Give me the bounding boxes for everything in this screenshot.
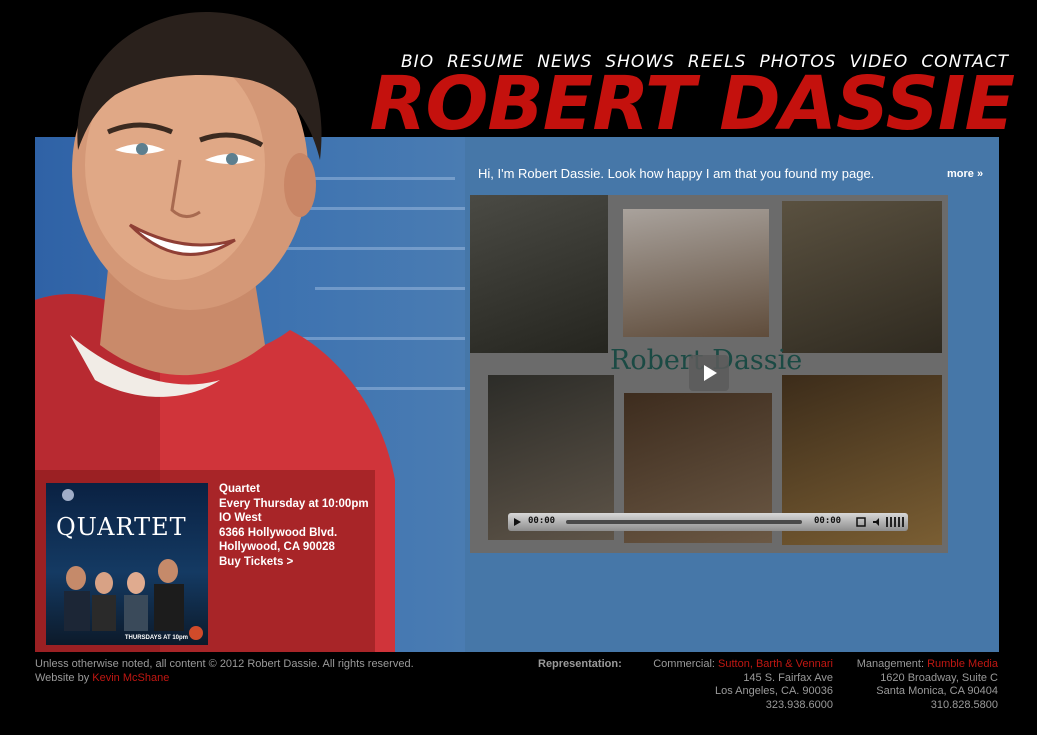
current-time: 00:00 bbox=[528, 516, 556, 526]
website-by-link[interactable]: Kevin McShane bbox=[92, 672, 169, 684]
video-still bbox=[470, 195, 608, 353]
commercial-representation: Commercial: Sutton, Barth & Vennari 145 … bbox=[633, 658, 833, 712]
play-small-icon[interactable] bbox=[513, 517, 522, 527]
progress-track[interactable] bbox=[566, 520, 802, 524]
website-by-label: Website by bbox=[35, 671, 90, 684]
show-venue: IO West bbox=[219, 512, 262, 524]
video-controls[interactable]: 00:00 00:00 bbox=[508, 513, 908, 531]
footer-credits: Unless otherwise noted, all content © 20… bbox=[35, 658, 414, 685]
commercial-address-line2: Los Angeles, CA. 90036 bbox=[714, 685, 833, 697]
management-representation: Management: Rumble Media 1620 Broadway, … bbox=[838, 658, 998, 712]
commercial-agency-link[interactable]: Sutton, Barth & Vennari bbox=[718, 658, 833, 670]
duration: 00:00 bbox=[814, 516, 842, 526]
commercial-label: Commercial: bbox=[653, 658, 715, 670]
show-address-line2: Hollywood, CA 90028 bbox=[219, 541, 335, 553]
management-agency-link[interactable]: Rumble Media bbox=[927, 658, 998, 670]
show-schedule: Every Thursday at 10:00pm bbox=[219, 497, 369, 510]
fullscreen-icon[interactable] bbox=[856, 517, 866, 527]
show-poster[interactable]: QUARTET THURSDAYS AT 10pm bbox=[46, 483, 208, 645]
show-address-line1: 6366 Hollywood Blvd. bbox=[219, 526, 338, 539]
buy-tickets-link[interactable]: Buy Tickets > bbox=[219, 555, 369, 570]
intro-text: Hi, I'm Robert Dassie. Look how happy I … bbox=[478, 166, 875, 181]
poster-footer: THURSDAYS AT 10pm bbox=[124, 635, 188, 641]
video-still bbox=[623, 209, 769, 337]
representation-label: Representation: bbox=[538, 658, 622, 670]
video-still bbox=[782, 201, 942, 353]
commercial-address-line1: 145 S. Fairfax Ave bbox=[743, 671, 833, 684]
more-link[interactable]: more » bbox=[947, 168, 983, 180]
play-button[interactable] bbox=[689, 355, 729, 391]
copyright-text: Unless otherwise noted, all content © 20… bbox=[35, 658, 414, 670]
show-title: Quartet bbox=[219, 483, 260, 495]
video-player[interactable]: Robert Dassie 00:00 00:00 bbox=[470, 195, 948, 553]
management-address-line1: 1620 Broadway, Suite C bbox=[880, 671, 998, 684]
management-phone: 310.828.5800 bbox=[930, 698, 998, 711]
management-label: Management: bbox=[856, 658, 925, 670]
site-title[interactable]: ROBERT DASSIE bbox=[338, 62, 1015, 146]
show-info: Quartet Every Thursday at 10:00pm IO Wes… bbox=[219, 482, 369, 569]
management-address-line2: Santa Monica, CA 90404 bbox=[876, 685, 998, 697]
volume-slider[interactable] bbox=[886, 517, 904, 527]
volume-icon[interactable] bbox=[872, 517, 882, 527]
commercial-phone: 323.938.6000 bbox=[765, 698, 833, 711]
poster-cast-image bbox=[62, 489, 203, 640]
website-credit: Website by Kevin McShane bbox=[35, 672, 414, 686]
play-icon bbox=[704, 365, 717, 381]
